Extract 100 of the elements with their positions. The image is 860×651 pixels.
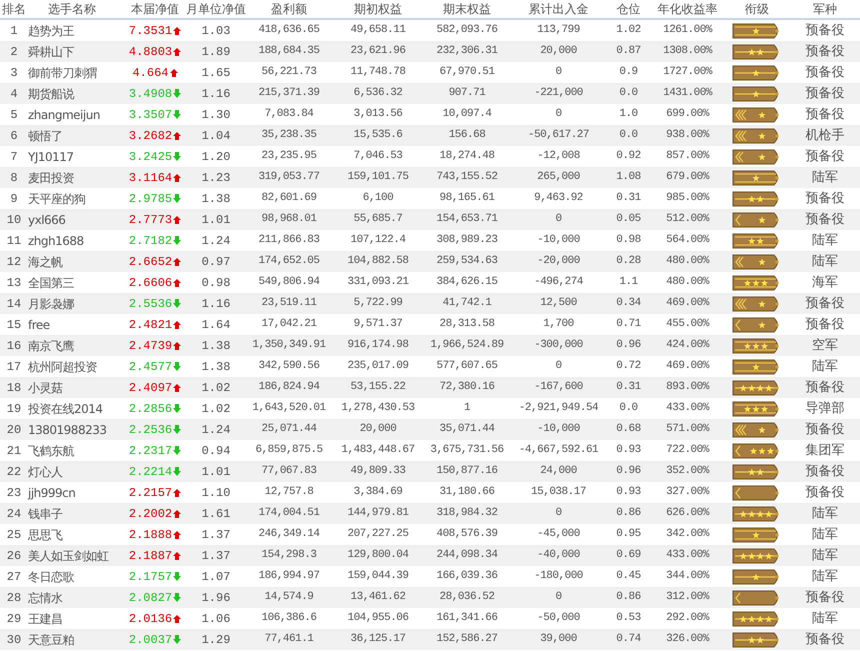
table-cell-text: 104,882.58: [347, 254, 408, 270]
table-cell-text: 129,800.04: [347, 548, 408, 564]
table-cell-text: 0.98: [616, 233, 641, 248]
table-cell-text: 0.74: [616, 632, 641, 648]
military-branch: 陆军: [812, 526, 838, 544]
net-value: 3.1164: [128, 170, 172, 186]
table-cell-text: 0.93: [616, 485, 641, 500]
table-cell-text: 0.69: [616, 548, 641, 564]
military-branch: 预备役: [806, 420, 844, 439]
table-cell-text: 0.31: [616, 191, 641, 206]
up-arrow-icon: [173, 47, 182, 56]
player-name: zhangmeijun: [28, 106, 100, 124]
table-cell-text: -180,000: [534, 569, 583, 584]
net-value: 2.4577: [128, 358, 172, 376]
net-value: 2.5536: [128, 296, 172, 312]
net-value: 2.6606: [128, 274, 172, 292]
down-arrow-icon: [173, 593, 182, 602]
rank-number: 16: [6, 338, 22, 354]
table-cell-text: 6,859,875.5: [255, 443, 323, 458]
table-cell-text: 6,100: [362, 191, 394, 206]
column-header: 本届净值: [131, 1, 179, 18]
table-cell-text: 0.72: [616, 359, 641, 374]
rank-number: 21: [6, 442, 22, 460]
table-cell-text: 12,500: [540, 296, 577, 312]
table-cell-text: 154,298.3: [262, 548, 316, 564]
table-cell-text: 156.68: [448, 128, 486, 144]
table-cell-text: 188,684.35: [258, 44, 320, 60]
table-cell-text: 77,067.83: [262, 464, 316, 480]
table-cell-text: 1431.00%: [663, 86, 712, 102]
net-value: 2.2536: [128, 422, 172, 438]
player-name: 趋势为王: [28, 22, 74, 40]
rank-number: 9: [10, 190, 18, 208]
player-name: 思思飞: [28, 526, 62, 544]
up-arrow-icon: [173, 551, 182, 560]
table-cell-text: 0: [555, 65, 562, 80]
net-value: 3.2425: [128, 148, 172, 166]
table-cell-text: 18,274.48: [440, 149, 494, 164]
net-value: 2.2002: [128, 506, 172, 522]
player-name: 冬日恋歌: [28, 568, 74, 586]
table-cell-text: -4,667,592.61: [518, 443, 598, 458]
table-cell-text: 259,534.63: [436, 254, 498, 270]
table-cell-text: 1.02: [202, 380, 230, 396]
up-arrow-icon: [173, 488, 182, 497]
down-arrow-icon: [173, 446, 182, 455]
table-cell-text: 857.00%: [666, 149, 709, 164]
military-branch: 预备役: [806, 630, 844, 649]
table-cell-text: 408,576.39: [436, 527, 498, 542]
table-cell-text: 0.34: [616, 296, 641, 312]
column-header: 盈利额: [271, 1, 307, 18]
player-name: zhgh1688: [28, 232, 84, 250]
table-cell-text: 15,535.6: [354, 128, 402, 144]
military-branch: 陆军: [812, 168, 838, 187]
table-cell-text: 1.01: [202, 212, 230, 228]
table-cell-text: 699.00%: [666, 107, 709, 122]
down-arrow-icon: [173, 425, 182, 434]
table-cell-text: 342,590.56: [258, 359, 320, 374]
table-cell-text: 159,044.39: [347, 569, 408, 584]
table-cell-text: -45,000: [537, 527, 580, 542]
table-cell-text: 246,349.14: [258, 527, 320, 542]
table-cell-text: 1,350,349.91: [252, 338, 326, 354]
player-name: 南京飞鹰: [28, 338, 74, 354]
military-branch: 预备役: [806, 148, 844, 166]
table-cell-text: 0.68: [616, 422, 641, 438]
table-cell-text: 0: [555, 212, 562, 228]
player-name: 美人如玉剑如虹: [28, 548, 108, 564]
military-branch: 预备役: [806, 22, 844, 40]
table-cell-text: 308,989.23: [436, 233, 498, 248]
military-branch: 海军: [812, 274, 838, 292]
table-cell-text: 1,483,448.67: [341, 443, 415, 458]
table-cell-text: 53,155.22: [350, 380, 406, 396]
table-cell-text: 564.00%: [666, 233, 709, 248]
table-cell-text: 235,017.09: [347, 359, 408, 374]
military-branch: 预备役: [806, 378, 844, 397]
table-cell-text: 469.00%: [666, 359, 709, 374]
table-cell-text: 577,607.65: [436, 359, 498, 374]
down-arrow-icon: [173, 635, 182, 644]
table-cell-text: 35,071.44: [440, 422, 494, 438]
table-cell-text: -2,921,949.54: [518, 401, 598, 416]
table-cell-text: 11,748.78: [350, 65, 406, 80]
player-name: 小灵菇: [28, 380, 62, 396]
table-cell-text: 23,621.96: [350, 44, 406, 60]
table-cell-text: 0.96: [616, 338, 641, 354]
player-name: 飞鹤东航: [28, 442, 74, 460]
table-cell-text: 1,700: [543, 317, 574, 332]
table-cell-text: 207,227.25: [347, 527, 408, 542]
up-arrow-icon: [173, 530, 182, 539]
table-cell-text: 13,461.62: [350, 590, 406, 606]
table-cell-text: 1.02: [616, 23, 641, 38]
rank-number: 18: [6, 380, 22, 396]
up-arrow-icon: [170, 68, 178, 77]
rank-number: 28: [6, 590, 22, 606]
table-cell-text: -20,000: [537, 254, 580, 270]
table-cell-text: 7,046.53: [354, 149, 402, 164]
table-cell-text: 0.0: [619, 401, 638, 416]
table-cell-text: 1: [464, 401, 470, 416]
military-branch: 预备役: [806, 210, 844, 229]
net-value: 2.0827: [128, 590, 172, 606]
table-cell-text: 1.20: [202, 148, 230, 166]
table-cell-text: 104,955.06: [347, 611, 408, 626]
military-branch: 陆军: [812, 504, 838, 523]
